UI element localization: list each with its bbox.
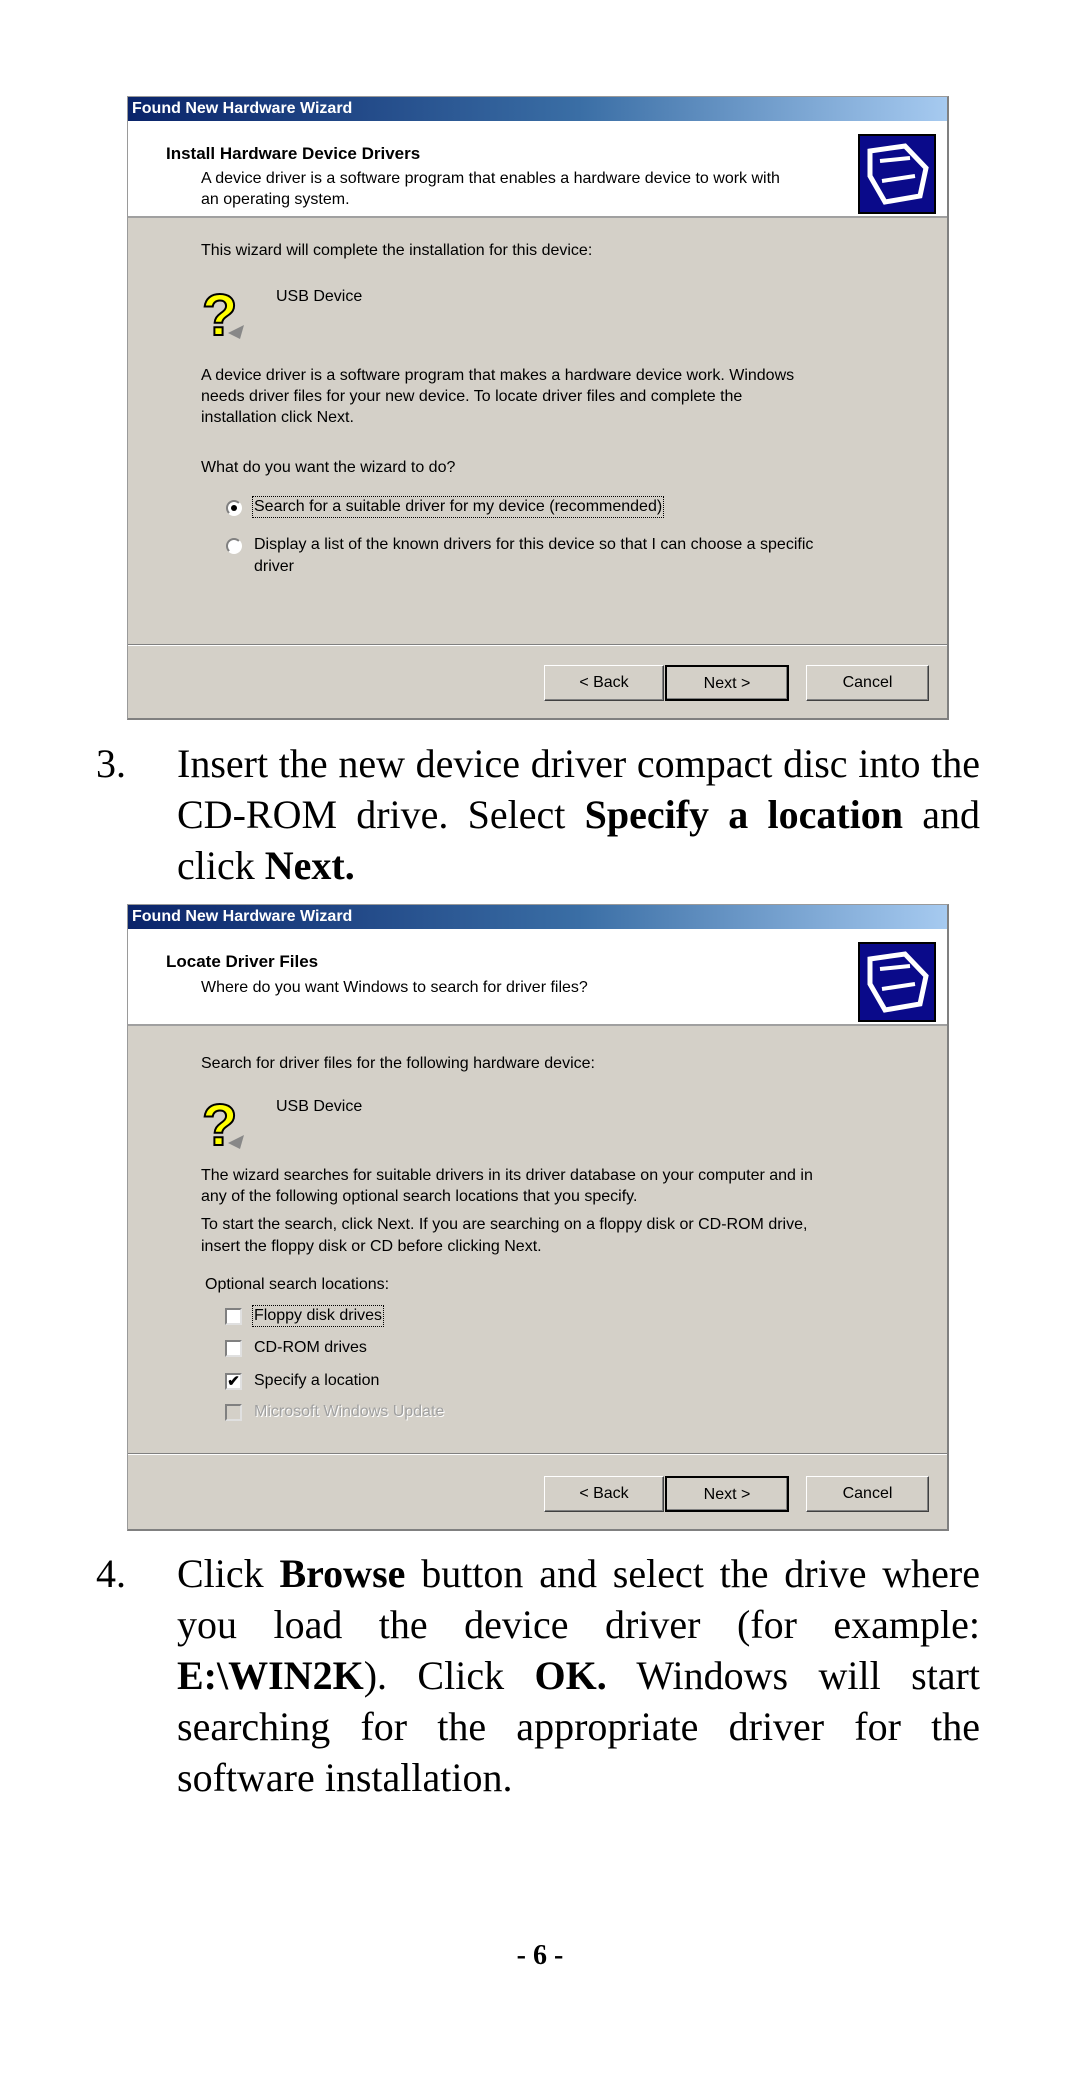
description-line: insert the floppy disk or CD before clic… bbox=[201, 1238, 542, 1255]
checkbox-specify-location[interactable]: ✔ bbox=[225, 1373, 242, 1390]
checkbox-floppy[interactable] bbox=[225, 1308, 242, 1325]
checkbox-windows-update-label: Microsoft Windows Update bbox=[254, 1403, 445, 1420]
radio-display-list[interactable] bbox=[226, 538, 242, 554]
back-button[interactable]: < Back bbox=[544, 1476, 664, 1512]
description-line: A device driver is a software program th… bbox=[201, 367, 795, 384]
bold-text: E:\WIN2K bbox=[177, 1653, 364, 1698]
hardware-icon bbox=[858, 134, 936, 214]
checkbox-floppy-label[interactable]: Floppy disk drives bbox=[251, 1305, 385, 1327]
intro-text: This wizard will complete the installati… bbox=[201, 242, 593, 259]
bold-text: OK. bbox=[534, 1653, 607, 1698]
bold-text: Specify a location bbox=[584, 792, 904, 837]
hardware-icon bbox=[858, 942, 936, 1022]
description-line: needs driver files for your new device. … bbox=[201, 388, 743, 405]
step-text: Insert the new device driver compact dis… bbox=[177, 738, 980, 891]
intro-text: Search for driver files for the followin… bbox=[201, 1055, 595, 1072]
wizard-dialog-locate: Found New Hardware Wizard Locate Driver … bbox=[127, 904, 949, 1531]
optional-locations-label: Optional search locations: bbox=[205, 1276, 390, 1293]
cancel-button[interactable]: Cancel bbox=[806, 1476, 929, 1512]
header-subtitle: A device driver is a software program th… bbox=[201, 170, 780, 187]
question-text: What do you want the wizard to do? bbox=[201, 459, 456, 476]
radio-search-recommended[interactable] bbox=[226, 500, 242, 516]
wizard-header: Locate Driver Files Where do you want Wi… bbox=[128, 929, 947, 1026]
bold-text: Next. bbox=[264, 843, 355, 888]
page-number: - 6 - bbox=[516, 1940, 564, 1971]
back-button[interactable]: < Back bbox=[544, 665, 664, 701]
text: Click bbox=[177, 1551, 280, 1596]
header-title: Install Hardware Device Drivers bbox=[166, 144, 421, 163]
divider bbox=[128, 1453, 947, 1455]
checkbox-cdrom[interactable] bbox=[225, 1340, 242, 1357]
header-subtitle: an operating system. bbox=[201, 191, 350, 208]
bold-text: Browse bbox=[279, 1551, 406, 1596]
header-subtitle: Where do you want Windows to search for … bbox=[201, 979, 588, 996]
next-button[interactable]: Next > bbox=[665, 665, 789, 701]
step-number: 4. bbox=[96, 1551, 126, 1596]
radio-display-label[interactable]: driver bbox=[254, 558, 294, 576]
cancel-button[interactable]: Cancel bbox=[806, 665, 929, 701]
checkbox-cdrom-label[interactable]: CD-ROM drives bbox=[254, 1339, 367, 1357]
text: ). Click bbox=[363, 1653, 535, 1698]
step-3: 3. Insert the new device driver compact … bbox=[96, 738, 980, 891]
wizard-dialog-install: Found New Hardware Wizard Install Hardwa… bbox=[127, 96, 949, 720]
svg-text:?: ? bbox=[202, 283, 237, 343]
checkbox-windows-update bbox=[225, 1404, 242, 1421]
title-bar: Found New Hardware Wizard bbox=[128, 97, 947, 121]
next-button[interactable]: Next > bbox=[665, 1476, 789, 1512]
question-mark-icon: ? bbox=[201, 1092, 244, 1153]
divider bbox=[128, 644, 947, 646]
title-bar: Found New Hardware Wizard bbox=[128, 905, 947, 929]
svg-text:?: ? bbox=[202, 1093, 237, 1153]
wizard-header: Install Hardware Device Drivers A device… bbox=[128, 121, 947, 218]
step-text: Click Browse button and select the drive… bbox=[177, 1548, 980, 1803]
checkbox-specify-label[interactable]: Specify a location bbox=[254, 1372, 379, 1390]
description-line: any of the following optional search loc… bbox=[201, 1188, 638, 1205]
radio-display-label[interactable]: Display a list of the known drivers for … bbox=[254, 536, 813, 554]
device-name: USB Device bbox=[276, 288, 363, 305]
description-line: To start the search, click Next. If you … bbox=[201, 1216, 808, 1233]
radio-search-label[interactable]: Search for a suitable driver for my devi… bbox=[251, 496, 665, 518]
description-line: The wizard searches for suitable drivers… bbox=[201, 1167, 813, 1184]
step-4: 4. Click Browse button and select the dr… bbox=[96, 1548, 980, 1803]
header-title: Locate Driver Files bbox=[166, 952, 319, 971]
device-name: USB Device bbox=[276, 1098, 363, 1115]
question-mark-icon: ? bbox=[201, 282, 244, 343]
description-line: installation click Next. bbox=[201, 409, 354, 426]
step-number: 3. bbox=[96, 741, 126, 786]
